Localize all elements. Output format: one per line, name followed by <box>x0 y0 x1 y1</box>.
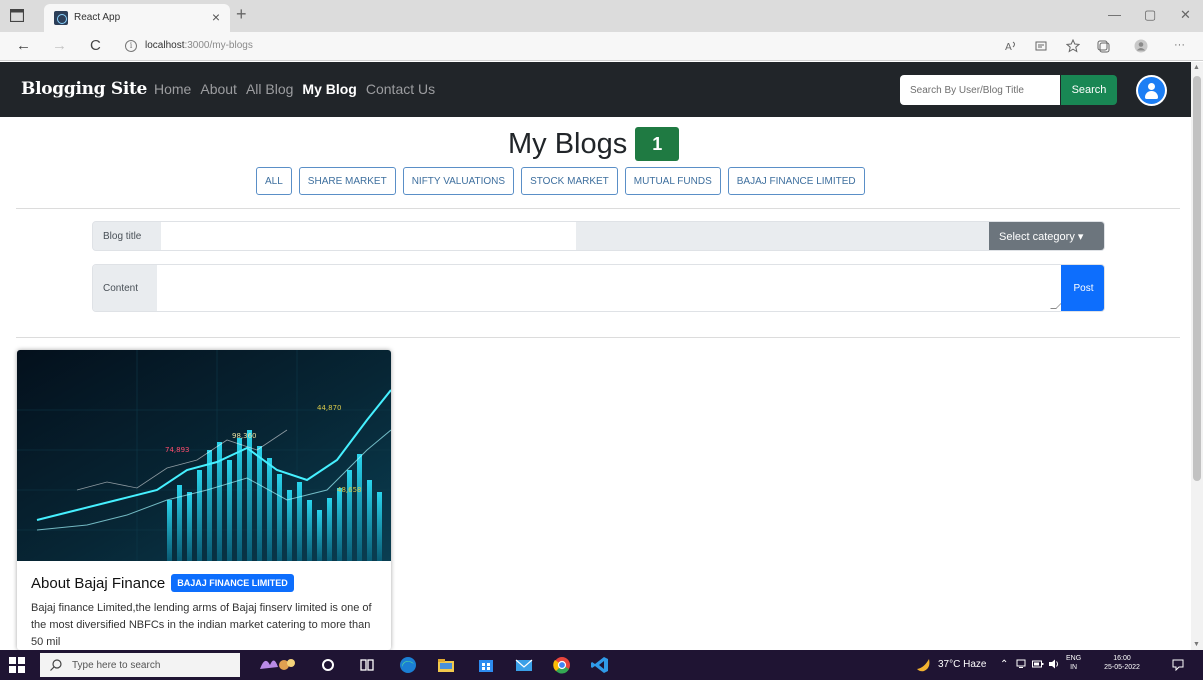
network-icon[interactable] <box>1016 659 1028 669</box>
forward-button[interactable]: → <box>52 37 67 54</box>
store-icon[interactable] <box>476 655 496 675</box>
browser-tab[interactable]: React App × <box>44 4 230 32</box>
windows-start-icon[interactable] <box>9 657 25 673</box>
taskbar-search[interactable]: Type here to search <box>40 653 240 677</box>
weather-icon[interactable] <box>914 655 934 675</box>
back-button[interactable]: ← <box>16 37 31 54</box>
blog-card[interactable]: 44,870 98,360 74,893 48,658 About Bajaj … <box>17 350 391 650</box>
clock-date: 25-05-2022 <box>1104 664 1140 671</box>
nav-link-all-blog[interactable]: All Blog <box>246 81 293 97</box>
blog-category-badge: BAJAJ FINANCE LIMITED <box>171 574 294 592</box>
task-view-icon[interactable] <box>357 655 377 675</box>
battery-icon[interactable] <box>1032 659 1044 669</box>
vscode-icon[interactable] <box>590 655 610 675</box>
react-favicon-icon <box>54 11 68 25</box>
cortana-icon[interactable] <box>318 655 338 675</box>
category-filter-all[interactable]: ALL <box>256 167 292 195</box>
search-input[interactable] <box>900 75 1060 105</box>
nav-links: Home About All Blog My Blog Contact Us <box>154 81 435 97</box>
chart-value-label: 98,360 <box>232 432 257 440</box>
category-filter-bajaj-finance-limited[interactable]: BAJAJ FINANCE LIMITED <box>727 167 865 195</box>
blog-card-header: About Bajaj Finance BAJAJ FINANCE LIMITE… <box>31 574 294 592</box>
page-title: My Blogs <box>508 127 628 160</box>
blog-card-title[interactable]: About Bajaj Finance <box>31 575 165 592</box>
url-field[interactable]: localhost:3000/my-blogs <box>145 40 253 51</box>
search-icon <box>50 659 62 671</box>
weather-text[interactable]: 37°C Haze <box>938 659 986 670</box>
divider <box>16 337 1180 338</box>
tab-close-icon[interactable]: × <box>212 9 220 25</box>
widgets-icon[interactable] <box>258 655 295 675</box>
chart-value-label: 74,893 <box>165 446 190 454</box>
taskbar-search-placeholder: Type here to search <box>72 660 161 671</box>
read-aloud-icon[interactable]: A <box>1004 39 1018 53</box>
category-display <box>576 222 989 250</box>
reload-button[interactable]: C <box>90 37 101 54</box>
language-indicator[interactable]: ENG IN <box>1066 654 1081 672</box>
region-code: IN <box>1070 664 1078 671</box>
chart-value-label: 44,870 <box>317 404 342 412</box>
notification-icon[interactable] <box>1172 659 1184 671</box>
user-avatar-icon <box>1138 77 1165 104</box>
tab-title: React App <box>74 12 121 23</box>
scroll-up-icon[interactable]: ▲ <box>1193 64 1200 71</box>
window-restore-button[interactable]: ▢ <box>1144 7 1156 23</box>
show-hidden-icons-icon[interactable]: ⌃ <box>1000 659 1008 670</box>
browser-tab-strip: React App × + — ▢ ✕ <box>0 0 1203 32</box>
collections-icon[interactable] <box>1096 39 1110 53</box>
clock[interactable]: 16:00 25-05-2022 <box>1096 654 1148 672</box>
nav-link-about[interactable]: About <box>200 81 237 97</box>
nav-link-my-blog[interactable]: My Blog <box>302 81 356 97</box>
page-scrollbar[interactable]: ▲ ▼ <box>1191 62 1203 650</box>
stock-chart-image: 44,870 98,360 74,893 48,658 <box>17 350 391 561</box>
app-navbar: Blogging Site Home About All Blog My Blo… <box>0 62 1203 117</box>
category-filter-nifty-valuations[interactable]: NIFTY VALUATIONS <box>402 167 515 195</box>
page-heading: My Blogs 1 <box>508 124 680 164</box>
svg-text:A: A <box>1005 42 1012 53</box>
tracking-prevention-icon[interactable] <box>1034 39 1048 53</box>
nav-link-home[interactable]: Home <box>154 81 191 97</box>
clock-time: 16:00 <box>1113 655 1131 662</box>
file-explorer-icon[interactable] <box>436 655 456 675</box>
more-menu-button[interactable]: ··· <box>1174 39 1185 51</box>
nav-link-contact-us[interactable]: Contact Us <box>366 81 435 97</box>
blog-title-label: Blog title <box>93 222 161 250</box>
profile-icon[interactable] <box>1134 39 1148 53</box>
content-label: Content <box>93 265 157 311</box>
chrome-icon[interactable] <box>552 655 572 675</box>
blog-count-badge: 1 <box>635 127 680 161</box>
blog-title-row: Blog title Select category ▾ <box>92 221 1105 251</box>
search-button[interactable]: Search <box>1061 75 1117 105</box>
chart-value-label: 48,658 <box>337 486 362 494</box>
browser-address-bar: ← → C i localhost:3000/my-blogs A ··· <box>0 32 1203 61</box>
blog-title-input[interactable] <box>161 222 576 250</box>
url-host: localhost <box>145 40 185 51</box>
edge-browser-icon[interactable] <box>398 655 418 675</box>
mail-icon[interactable] <box>514 655 534 675</box>
windows-taskbar: Type here to search 37°C Haze ⌃ ENG IN 16… <box>0 650 1203 680</box>
new-tab-button[interactable]: + <box>236 4 247 25</box>
user-avatar[interactable] <box>1136 75 1167 106</box>
category-filter-stock-market[interactable]: STOCK MARKET <box>521 167 618 195</box>
blog-card-excerpt: Bajaj finance Limited,the lending arms o… <box>31 602 372 648</box>
category-filter-share-market[interactable]: SHARE MARKET <box>298 167 396 195</box>
blog-content-row: Content Post <box>92 264 1105 312</box>
window-minimize-button[interactable]: — <box>1108 7 1121 22</box>
category-filter-bar: ALL SHARE MARKET NIFTY VALUATIONS STOCK … <box>256 167 865 195</box>
select-category-dropdown[interactable]: Select category ▾ <box>989 222 1104 250</box>
volume-icon[interactable] <box>1048 659 1060 669</box>
divider <box>16 208 1180 209</box>
category-filter-mutual-funds[interactable]: MUTUAL FUNDS <box>624 167 721 195</box>
content-textarea[interactable] <box>157 265 1061 311</box>
post-button[interactable]: Post <box>1061 265 1104 311</box>
favorites-star-icon[interactable] <box>1066 39 1080 53</box>
language-code: ENG <box>1066 655 1082 662</box>
scrollbar-thumb[interactable] <box>1193 76 1201 481</box>
scroll-down-icon[interactable]: ▼ <box>1193 641 1200 648</box>
brand-logo[interactable]: Blogging Site <box>21 79 147 99</box>
url-path: :3000/my-blogs <box>184 40 253 51</box>
tab-actions-icon[interactable] <box>10 9 24 22</box>
window-close-button[interactable]: ✕ <box>1180 7 1191 23</box>
site-info-icon[interactable]: i <box>125 40 137 52</box>
